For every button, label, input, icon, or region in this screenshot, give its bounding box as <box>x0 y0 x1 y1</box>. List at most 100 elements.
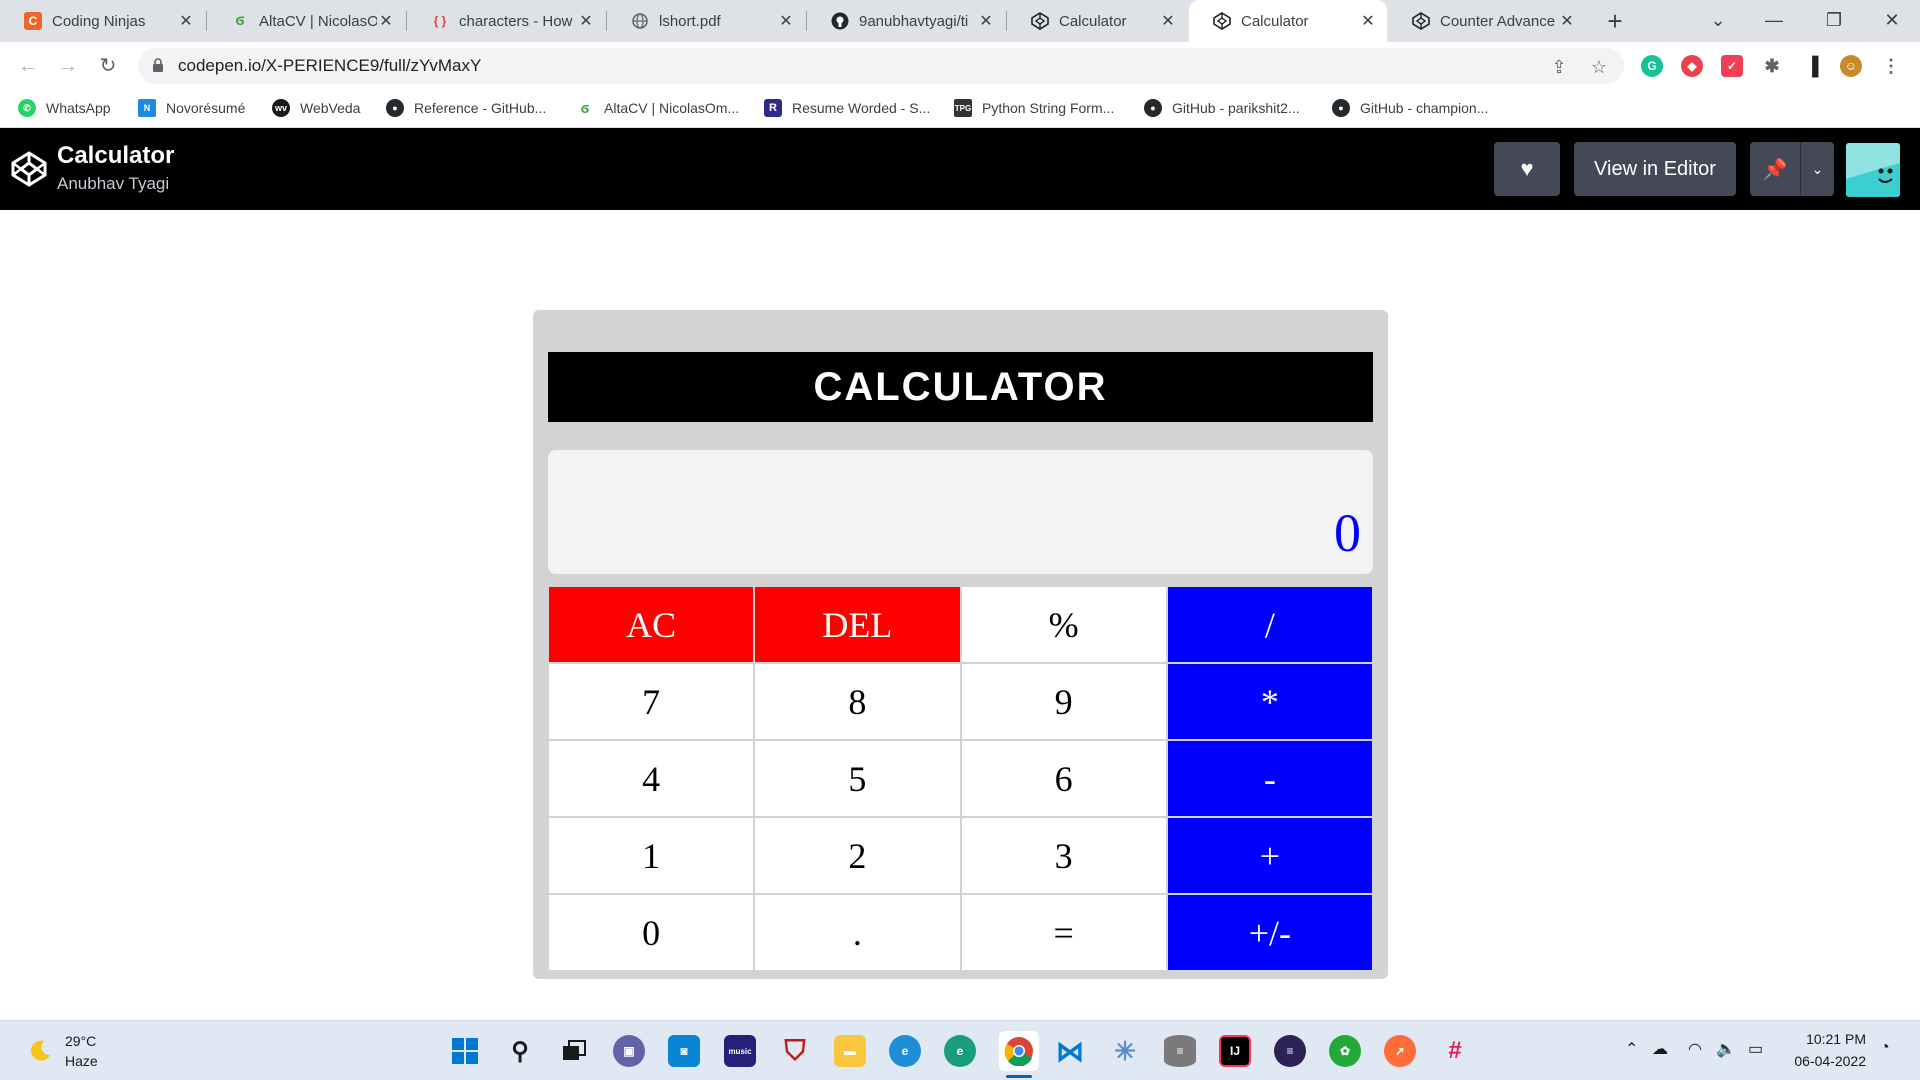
bookmark-whatsapp[interactable]: ✆ WhatsApp <box>18 99 111 117</box>
chrome-icon[interactable] <box>999 1031 1039 1071</box>
new-tab-button[interactable]: + <box>1600 6 1630 36</box>
forward-icon[interactable]: → <box>52 50 84 82</box>
tab-lshort[interactable]: lshort.pdf ✕ <box>607 0 805 42</box>
bookmark-github-champion[interactable]: ● GitHub - champion... <box>1332 99 1488 117</box>
cucumber-icon[interactable]: ✿ <box>1329 1035 1361 1067</box>
weather-moon-icon[interactable] <box>26 1037 52 1063</box>
notifications-icon[interactable]: ◔ <box>1880 1039 1890 1057</box>
tab-calculator-active[interactable]: Calculator ✕ <box>1189 0 1387 42</box>
tab-counter-advance[interactable]: Counter Advance ✕ <box>1388 0 1586 42</box>
bookmark-python-string[interactable]: TPG Python String Form... <box>954 99 1114 117</box>
pen-author[interactable]: Anubhav Tyagi <box>57 174 169 194</box>
pocket-icon[interactable]: ✓ <box>1721 55 1743 77</box>
bookmark-star-icon[interactable]: ☆ <box>1588 56 1610 78</box>
vscode-icon[interactable]: ⋈ <box>1054 1035 1086 1067</box>
key-clear[interactable]: AC <box>549 587 754 662</box>
edge-icon[interactable]: e <box>889 1035 921 1067</box>
tab-calculator-1[interactable]: Calculator ✕ <box>1007 0 1187 42</box>
weather-description[interactable]: Haze <box>65 1053 98 1069</box>
network-app-icon[interactable]: ✳ <box>1109 1035 1141 1067</box>
key-multiply[interactable]: * <box>1167 664 1372 739</box>
share-icon[interactable]: ⇪ <box>1548 56 1570 78</box>
close-tab-icon[interactable]: ✕ <box>377 11 395 31</box>
onedrive-cloud-icon[interactable]: ☁ <box>1652 1039 1668 1059</box>
bookmark-reference-github[interactable]: ● Reference - GitHub... <box>386 99 546 117</box>
slack-icon[interactable]: # <box>1439 1035 1471 1067</box>
mcafee-icon[interactable]: ⛉ <box>779 1035 811 1067</box>
key-divide[interactable]: / <box>1167 587 1372 662</box>
key-8[interactable]: 8 <box>755 664 960 739</box>
bookmark-webveda[interactable]: wv WebVeda <box>272 99 360 117</box>
shield-extension-icon[interactable]: ◆ <box>1681 55 1703 77</box>
restore-icon[interactable]: ❐ <box>1806 0 1862 42</box>
bookmark-resume-worded[interactable]: R Resume Worded - S... <box>764 99 930 117</box>
grammarly-icon[interactable]: G <box>1641 55 1663 77</box>
clock-date[interactable]: 06-04-2022 <box>1794 1053 1866 1069</box>
tab-search-icon[interactable]: ⌄ <box>1690 0 1746 42</box>
close-window-icon[interactable]: ✕ <box>1864 0 1920 42</box>
key-negate[interactable]: +/- <box>1167 895 1372 970</box>
key-percent[interactable]: % <box>961 587 1166 662</box>
key-4[interactable]: 4 <box>549 741 754 816</box>
extensions-puzzle-icon[interactable]: ✱ <box>1761 55 1783 77</box>
key-subtract[interactable]: - <box>1167 741 1372 816</box>
key-5[interactable]: 5 <box>755 741 960 816</box>
intellij-icon[interactable]: IJ <box>1219 1035 1251 1067</box>
key-0[interactable]: 0 <box>549 895 754 970</box>
amazon-music-icon[interactable]: music <box>724 1035 756 1067</box>
bookmark-novoresume[interactable]: N Novorésumé <box>138 99 245 117</box>
key-equals[interactable]: = <box>961 895 1166 970</box>
reload-icon[interactable]: ↻ <box>92 50 124 82</box>
tab-characters[interactable]: { } characters - How ✕ <box>407 0 605 42</box>
battery-icon[interactable]: ▭ <box>1748 1039 1763 1059</box>
chevron-up-icon[interactable]: ⌃ <box>1625 1039 1638 1059</box>
volume-icon[interactable]: 🔈 <box>1716 1039 1736 1059</box>
file-explorer-icon[interactable]: ▬ <box>834 1035 866 1067</box>
key-2[interactable]: 2 <box>755 818 960 893</box>
microsoft-store-icon[interactable]: ◙ <box>668 1035 700 1067</box>
close-tab-icon[interactable]: ✕ <box>1359 11 1377 31</box>
minimize-icon[interactable]: — <box>1746 0 1802 42</box>
eclipse-icon[interactable]: ≡ <box>1274 1035 1306 1067</box>
start-icon[interactable] <box>449 1035 481 1067</box>
postman-icon[interactable]: ➚ <box>1384 1035 1416 1067</box>
back-icon[interactable]: ← <box>12 50 44 82</box>
wifi-icon[interactable]: ◠ <box>1688 1039 1702 1059</box>
bookmark-github-parikshit[interactable]: ● GitHub - parikshit2... <box>1144 99 1300 117</box>
close-tab-icon[interactable]: ✕ <box>1558 11 1576 31</box>
chevron-down-icon[interactable]: ⌄ <box>1801 161 1834 178</box>
key-3[interactable]: 3 <box>961 818 1166 893</box>
key-add[interactable]: + <box>1167 818 1372 893</box>
task-view-icon[interactable] <box>558 1035 590 1067</box>
search-icon[interactable]: ⚲ <box>504 1035 536 1067</box>
close-tab-icon[interactable]: ✕ <box>977 11 995 31</box>
tab-github-tinyurl[interactable]: 9anubhavtyagi/ti ✕ <box>807 0 1005 42</box>
tab-coding-ninjas[interactable]: C Coding Ninjas ✕ <box>0 0 205 42</box>
close-tab-icon[interactable]: ✕ <box>177 11 195 31</box>
tab-altacv[interactable]: ϭ AltaCV | NicolasO ✕ <box>207 0 405 42</box>
key-1[interactable]: 1 <box>549 818 754 893</box>
edge-dev-icon[interactable]: e <box>944 1035 976 1067</box>
key-6[interactable]: 6 <box>961 741 1166 816</box>
key-decimal[interactable]: . <box>755 895 960 970</box>
more-menu-icon[interactable]: ⋮ <box>1880 55 1902 77</box>
close-tab-icon[interactable]: ✕ <box>577 11 595 31</box>
pin-button[interactable]: 📌 ⌄ <box>1750 142 1834 196</box>
profile-avatar[interactable]: ☺ <box>1840 55 1862 77</box>
clock-time[interactable]: 10:21 PM <box>1806 1031 1866 1047</box>
user-avatar[interactable] <box>1846 143 1900 197</box>
key-9[interactable]: 9 <box>961 664 1166 739</box>
key-7[interactable]: 7 <box>549 664 754 739</box>
side-panel-icon[interactable]: ▐ <box>1801 55 1823 77</box>
close-tab-icon[interactable]: ✕ <box>1159 11 1177 31</box>
close-tab-icon[interactable]: ✕ <box>777 11 795 31</box>
view-in-editor-button[interactable]: View in Editor <box>1574 142 1736 196</box>
bookmark-altacv[interactable]: ϭ AltaCV | NicolasOm... <box>576 99 739 117</box>
database-icon[interactable]: ≡ <box>1164 1035 1196 1067</box>
address-bar[interactable]: codepen.io/X-PERIENCE9/full/zYvMaxY ⇪ ☆ <box>138 48 1624 84</box>
key-delete[interactable]: DEL <box>755 587 960 662</box>
teams-chat-icon[interactable]: ▣ <box>613 1035 645 1067</box>
codepen-logo-icon[interactable] <box>10 150 48 188</box>
weather-temperature[interactable]: 29°C <box>65 1033 96 1049</box>
heart-button[interactable]: ♥ <box>1494 142 1560 196</box>
